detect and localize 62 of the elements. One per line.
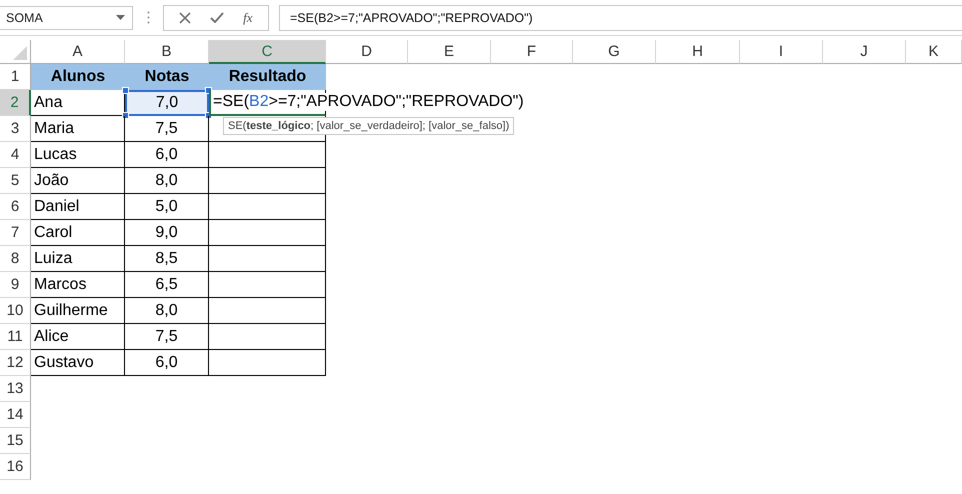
table-cell: Marcos — [31, 272, 125, 298]
table-cell: Lucas — [31, 142, 125, 168]
table-cell: 8,5 — [125, 246, 209, 272]
column-header[interactable]: F — [491, 40, 573, 64]
column-header[interactable]: C — [209, 40, 326, 64]
row-header[interactable]: 15 — [0, 428, 31, 454]
table-cell: 7,0 — [125, 90, 209, 116]
row-header[interactable]: 10 — [0, 298, 31, 324]
row-header[interactable]: 3 — [0, 116, 31, 142]
table-cell: 8,0 — [125, 298, 209, 324]
row-header[interactable]: 8 — [0, 246, 31, 272]
column-header[interactable]: E — [408, 40, 491, 64]
row-header[interactable]: 13 — [0, 376, 31, 402]
table-cell: 6,0 — [125, 142, 209, 168]
name-box[interactable]: SOMA — [0, 6, 133, 30]
column-header[interactable]: B — [125, 40, 209, 64]
function-tooltip: SE(teste_lógico; [valor_se_verdadeiro]; [valor_se_falso]) — [223, 117, 514, 135]
row-header[interactable]: 14 — [0, 402, 31, 428]
table-cell: 7,5 — [125, 116, 209, 142]
row-header[interactable]: 2 — [0, 90, 31, 116]
row-header[interactable]: 6 — [0, 194, 31, 220]
table-cell: João — [31, 168, 125, 194]
row-header[interactable]: 12 — [0, 350, 31, 376]
row-header[interactable]: 7 — [0, 220, 31, 246]
close-icon[interactable] — [179, 12, 192, 24]
table-cell: Resultado — [209, 64, 326, 90]
table-cell: Carol — [31, 220, 125, 246]
column-header[interactable]: H — [656, 40, 740, 64]
table-cell: Guilherme — [31, 298, 125, 324]
table-cell: 9,0 — [125, 220, 209, 246]
table-cell: Maria — [31, 116, 125, 142]
row-header[interactable]: 4 — [0, 142, 31, 168]
cell-formula[interactable]: =SE(B2>=7;"APROVADO";"REPROVADO") — [213, 93, 524, 111]
column-header[interactable]: D — [326, 40, 408, 64]
table-cell: Alice — [31, 324, 125, 350]
column-header[interactable]: G — [573, 40, 656, 64]
row-header[interactable]: 1 — [0, 64, 31, 90]
table-cell: 8,0 — [125, 168, 209, 194]
column-header[interactable]: K — [906, 40, 962, 64]
selection-handle[interactable] — [122, 112, 129, 119]
table-cell: 5,0 — [125, 194, 209, 220]
column-header[interactable]: A — [31, 40, 125, 64]
formula-field[interactable]: =SE(B2>=7;"APROVADO";"REPROVADO") — [279, 4, 962, 30]
row-header[interactable]: 16 — [0, 454, 31, 480]
row-header[interactable]: 5 — [0, 168, 31, 194]
table-cell: Alunos — [31, 64, 125, 90]
column-header[interactable]: I — [740, 40, 823, 64]
table-cell: Luiza — [31, 246, 125, 272]
table-cell: Daniel — [31, 194, 125, 220]
column-header[interactable]: J — [823, 40, 906, 64]
caret-icon[interactable] — [116, 15, 125, 20]
row-header[interactable]: 11 — [0, 324, 31, 350]
table-cell: 6,0 — [125, 350, 209, 376]
selection-handle[interactable] — [122, 87, 129, 94]
table-cell: Gustavo — [31, 350, 125, 376]
table-cell: Notas — [125, 64, 209, 90]
row-header[interactable]: 9 — [0, 272, 31, 298]
check-icon[interactable] — [210, 12, 224, 23]
table-cell: 6,5 — [125, 272, 209, 298]
table-cell: 7,5 — [125, 324, 209, 350]
more-icon — [147, 11, 150, 24]
insert-function-button[interactable]: fx — [243, 10, 253, 26]
